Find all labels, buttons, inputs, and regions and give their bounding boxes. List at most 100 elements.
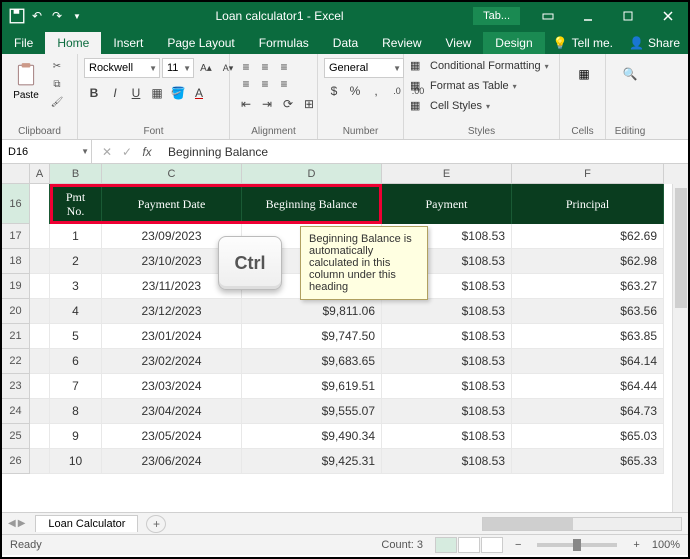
row-header[interactable]: 20 bbox=[2, 299, 30, 324]
ribbon-options-icon[interactable] bbox=[528, 2, 568, 30]
cell-beginning-balance[interactable]: $9,811.06 bbox=[242, 299, 382, 324]
cell-payment[interactable]: $108.53 bbox=[382, 374, 512, 399]
cell-principal[interactable]: $65.03 bbox=[512, 424, 664, 449]
cell-payment-date[interactable]: 23/03/2024 bbox=[102, 374, 242, 399]
align-left-icon[interactable]: ≡ bbox=[236, 75, 256, 93]
cell-beginning-balance[interactable]: $9,747.50 bbox=[242, 324, 382, 349]
tell-me-search[interactable]: 💡Tell me. bbox=[545, 32, 621, 54]
select-all-corner[interactable] bbox=[2, 164, 30, 184]
row-header[interactable]: 17 bbox=[2, 224, 30, 249]
cut-icon[interactable]: ✂ bbox=[48, 58, 66, 74]
col-header-d[interactable]: D bbox=[242, 164, 382, 184]
qat-customize-icon[interactable]: ▼ bbox=[68, 7, 86, 25]
cell-pmt-no[interactable]: 3 bbox=[50, 274, 102, 299]
orientation-icon[interactable]: ⟳ bbox=[278, 95, 298, 113]
cancel-formula-icon[interactable]: ✕ bbox=[98, 145, 116, 159]
align-middle-icon[interactable]: ≡ bbox=[255, 58, 275, 76]
scrollbar-thumb[interactable] bbox=[483, 518, 573, 530]
tab-file[interactable]: File bbox=[2, 32, 45, 54]
conditional-formatting-button[interactable]: ▦Conditional Formatting▾ bbox=[410, 58, 551, 74]
paste-button[interactable]: Paste bbox=[8, 58, 44, 103]
cell-principal[interactable]: $63.27 bbox=[512, 274, 664, 299]
vertical-scrollbar[interactable] bbox=[672, 184, 688, 512]
cell-pmt-no[interactable]: 9 bbox=[50, 424, 102, 449]
tab-design[interactable]: Design bbox=[483, 32, 544, 54]
cell-pmt-no[interactable]: 8 bbox=[50, 399, 102, 424]
close-icon[interactable] bbox=[648, 2, 688, 30]
percent-icon[interactable]: % bbox=[345, 82, 365, 100]
row-header[interactable]: 16 bbox=[2, 184, 30, 224]
cell-beginning-balance[interactable]: $9,425.31 bbox=[242, 449, 382, 474]
header-beginning-balance[interactable]: Beginning Balance bbox=[242, 184, 382, 224]
border-icon[interactable]: ▦ bbox=[147, 84, 167, 102]
fill-color-icon[interactable]: 🪣 bbox=[168, 84, 188, 102]
undo-icon[interactable]: ↶ bbox=[28, 7, 46, 25]
zoom-slider[interactable] bbox=[537, 543, 617, 547]
cell-payment-date[interactable]: 23/01/2024 bbox=[102, 324, 242, 349]
font-color-icon[interactable]: A bbox=[189, 84, 209, 102]
number-format-select[interactable]: General▼ bbox=[324, 58, 404, 78]
name-box[interactable]: D16▼ bbox=[2, 140, 92, 163]
editing-button[interactable]: 🔍 bbox=[612, 58, 648, 90]
sheet-nav-next-icon[interactable]: ▶ bbox=[18, 518, 26, 529]
cell-pmt-no[interactable]: 4 bbox=[50, 299, 102, 324]
tab-formulas[interactable]: Formulas bbox=[247, 32, 321, 54]
view-page-layout-icon[interactable] bbox=[458, 537, 480, 553]
cell-beginning-balance[interactable]: $9,490.34 bbox=[242, 424, 382, 449]
align-right-icon[interactable]: ≡ bbox=[274, 75, 294, 93]
zoom-in-icon[interactable]: + bbox=[633, 539, 639, 551]
tab-page-layout[interactable]: Page Layout bbox=[155, 32, 246, 54]
cell-pmt-no[interactable]: 6 bbox=[50, 349, 102, 374]
cell-payment[interactable]: $108.53 bbox=[382, 424, 512, 449]
cell-principal[interactable]: $62.69 bbox=[512, 224, 664, 249]
header-payment[interactable]: Payment bbox=[382, 184, 512, 224]
cell-pmt-no[interactable]: 7 bbox=[50, 374, 102, 399]
maximize-icon[interactable] bbox=[608, 2, 648, 30]
row-header[interactable]: 26 bbox=[2, 449, 30, 474]
cell-principal[interactable]: $62.98 bbox=[512, 249, 664, 274]
align-center-icon[interactable]: ≡ bbox=[255, 75, 275, 93]
comma-icon[interactable]: , bbox=[366, 82, 386, 100]
align-bottom-icon[interactable]: ≡ bbox=[274, 58, 294, 76]
align-top-icon[interactable]: ≡ bbox=[236, 58, 256, 76]
col-header-e[interactable]: E bbox=[382, 164, 512, 184]
view-page-break-icon[interactable] bbox=[481, 537, 503, 553]
tab-view[interactable]: View bbox=[434, 32, 484, 54]
tab-insert[interactable]: Insert bbox=[101, 32, 155, 54]
sheet-tab[interactable]: Loan Calculator bbox=[35, 515, 138, 532]
cell-pmt-no[interactable]: 10 bbox=[50, 449, 102, 474]
redo-icon[interactable]: ↷ bbox=[48, 7, 66, 25]
row-header[interactable]: 18 bbox=[2, 249, 30, 274]
wrap-merge-icon[interactable]: ⊞ bbox=[299, 95, 319, 113]
col-header-a[interactable]: A bbox=[30, 164, 50, 184]
cell-payment[interactable]: $108.53 bbox=[382, 399, 512, 424]
col-header-c[interactable]: C bbox=[102, 164, 242, 184]
cell-payment-date[interactable]: 23/04/2024 bbox=[102, 399, 242, 424]
cell-beginning-balance[interactable]: $9,619.51 bbox=[242, 374, 382, 399]
cell-principal[interactable]: $64.73 bbox=[512, 399, 664, 424]
cell-payment-date[interactable]: 23/05/2024 bbox=[102, 424, 242, 449]
underline-button[interactable]: U bbox=[126, 84, 146, 102]
share-button[interactable]: 👤Share bbox=[621, 32, 688, 54]
cell-principal[interactable]: $64.14 bbox=[512, 349, 664, 374]
row-header[interactable]: 19 bbox=[2, 274, 30, 299]
enter-formula-icon[interactable]: ✓ bbox=[118, 145, 136, 159]
cell-payment-date[interactable]: 23/12/2023 bbox=[102, 299, 242, 324]
font-name-select[interactable]: Rockwell▼ bbox=[84, 58, 160, 78]
tab-home[interactable]: Home bbox=[45, 32, 101, 54]
cell-pmt-no[interactable]: 1 bbox=[50, 224, 102, 249]
cell-principal[interactable]: $63.56 bbox=[512, 299, 664, 324]
row-header[interactable]: 21 bbox=[2, 324, 30, 349]
cell-principal[interactable]: $64.44 bbox=[512, 374, 664, 399]
horizontal-scrollbar[interactable] bbox=[166, 517, 688, 531]
cell-payment-date[interactable]: 23/06/2024 bbox=[102, 449, 242, 474]
cell-pmt-no[interactable]: 5 bbox=[50, 324, 102, 349]
decrease-indent-icon[interactable]: ⇤ bbox=[236, 95, 256, 113]
font-size-select[interactable]: 11▼ bbox=[162, 58, 194, 78]
cell-payment[interactable]: $108.53 bbox=[382, 324, 512, 349]
tab-review[interactable]: Review bbox=[370, 32, 433, 54]
format-as-table-button[interactable]: ▦Format as Table▾ bbox=[410, 78, 519, 94]
cell-principal[interactable]: $65.33 bbox=[512, 449, 664, 474]
spreadsheet-grid[interactable]: A B C D E F 16 Pmt No. Payment Date Begi… bbox=[2, 164, 688, 512]
format-painter-icon[interactable]: 🖌 bbox=[48, 94, 66, 110]
